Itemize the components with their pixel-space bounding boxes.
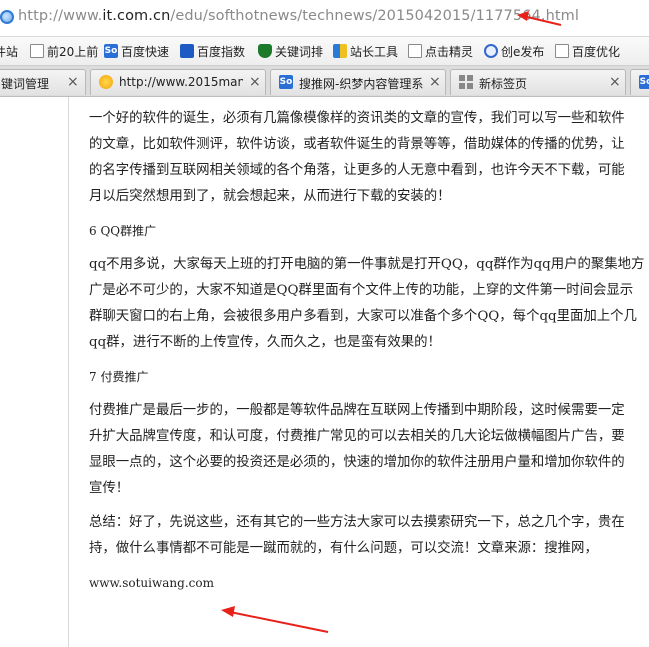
bookmark-item[interactable]: 百度优化 <box>555 42 620 60</box>
paragraph-line: 升扩大品牌宣传度，和认可度，付费推广常见的可以去相关的几大论坛做横幅图片广告，要 <box>89 429 625 444</box>
bookmark-item[interactable]: 点击精灵 <box>408 42 473 60</box>
annotation-arrow-bottom <box>221 606 329 633</box>
paragraph-line: 的名字传播到互联网相关领域的各个角落，让更多的人无意中看到，也许今天不下载，可能 <box>89 163 625 178</box>
close-icon[interactable]: × <box>249 74 261 90</box>
tab-label: 键词管理 <box>1 77 50 91</box>
url-text[interactable]: http://www.it.com.cn/edu/softhotnews/tec… <box>18 8 579 24</box>
section-heading: 6 QQ群推广 <box>89 224 157 238</box>
bookmarks-bar: 件站 前20上前 So 百度快速 百度指数 关键词排 站长工具 点击精灵 创e发… <box>0 37 649 66</box>
paragraph-line: 总结：好了，先说这些，还有其它的一些方法大家可以去摸索研究一下，总之几个字，贵在 <box>89 515 625 530</box>
bookmark-item[interactable]: So 百度快速 <box>104 42 169 60</box>
page-icon <box>30 44 44 58</box>
bookmark-item[interactable]: 站长工具 <box>333 42 398 60</box>
bookmark-label: 关键词排 <box>275 44 324 59</box>
tab-label: 搜推网-织梦内容管理系 <box>299 77 423 91</box>
tab[interactable]: 键词管理 × <box>0 69 86 95</box>
bookmark-label: 百度优化 <box>572 44 621 59</box>
url-host: it.com.cn <box>102 8 171 24</box>
paragraph-line: qq群，进行不断的上传宣传，久而久之，也是蛮有效果的！ <box>89 335 441 350</box>
section-heading: 7 付费推广 <box>89 370 149 384</box>
bookmark-item[interactable]: 百度指数 <box>180 42 245 60</box>
tab-strip: 键词管理 × http://www.2015man.c × So 搜推网-织梦内… <box>0 66 649 97</box>
sun-icon <box>99 75 113 89</box>
article-body: 一个好的软件的诞生，必须有几篇像模像样的资讯类的文章的宣传，我们可以写一些和软件… <box>89 106 649 596</box>
shield-icon <box>258 44 272 58</box>
tab-label: http://www.2015man.c <box>119 75 243 89</box>
paragraph-line: 显眼一点的，这个必要的投资还是必须的，快速的增加你的软件注册用户量和增加你软件的 <box>89 455 625 470</box>
close-icon[interactable]: × <box>429 74 441 90</box>
so-icon: So <box>104 44 118 58</box>
bookmark-item[interactable]: 件站 <box>0 42 18 60</box>
annotation-arrow-top <box>517 11 562 26</box>
bookmark-label: 百度指数 <box>197 44 246 59</box>
close-icon[interactable]: × <box>609 74 621 90</box>
page-icon <box>408 44 422 58</box>
tab[interactable]: So 搜推网-织梦内容管理系 × <box>270 69 446 95</box>
page-content: 一个好的软件的诞生，必须有几篇像模像样的资讯类的文章的宣传，我们可以写一些和软件… <box>0 97 649 647</box>
bookmark-item[interactable]: 创e发布 <box>484 42 544 60</box>
paragraph-line: 一个好的软件的诞生，必须有几篇像模像样的资讯类的文章的宣传，我们可以写一些和软件 <box>89 111 625 126</box>
bookmark-label: 创e发布 <box>501 44 545 59</box>
bookmark-label: 百度快速 <box>121 44 170 59</box>
paragraph-line: qq不用多说，大家每天上班的打开电脑的第一件事就是打开QQ，qq群作为qq用户的… <box>89 257 645 272</box>
baidu-paw-icon <box>180 44 194 58</box>
bookmark-label: 站长工具 <box>350 44 399 59</box>
bookmark-label: 点击精灵 <box>425 44 474 59</box>
close-icon[interactable]: × <box>67 74 79 90</box>
page-icon <box>555 44 569 58</box>
e-icon <box>484 44 498 58</box>
flag-icon <box>333 44 347 58</box>
url-prefix: http://www. <box>18 8 103 24</box>
grid-icon <box>459 75 473 89</box>
paragraph-line: 付费推广是最后一步的，一般都是等软件品牌在互联网上传播到中期阶段，这时候需要一定 <box>89 403 625 418</box>
paragraph-line: 月以后突然想用到了，就会想起来，从而进行下载的安装的！ <box>89 189 451 204</box>
divider <box>68 97 69 647</box>
tab[interactable]: http://www.2015man.c × <box>90 69 266 95</box>
bookmark-item[interactable]: 前20上前 <box>30 42 98 60</box>
so-icon: So <box>279 75 293 89</box>
bookmark-label: 件站 <box>0 44 19 59</box>
tab[interactable]: 新标签页 × <box>450 69 626 95</box>
tab-label: 新标签页 <box>479 77 528 91</box>
source-url[interactable]: www.sotuiwang.com <box>89 570 649 596</box>
paragraph-line: 群聊天窗口的右上角，会被很多用户多看到，大家可以准备个多个QQ，每个qq里面加上… <box>89 309 637 324</box>
paragraph-line: 广是必不可少的，大家不知道是QQ群里面有个文件上传的功能，上穿的文件第一时间会显… <box>89 283 634 298</box>
paragraph-line: 宣传！ <box>89 481 130 496</box>
tab[interactable]: So <box>630 69 649 95</box>
bookmark-label: 前20上前 <box>47 44 99 59</box>
so-icon: So <box>639 75 649 89</box>
globe-icon <box>0 10 14 24</box>
bookmark-item[interactable]: 关键词排 <box>258 42 323 60</box>
paragraph-line: 的文章，比如软件测评，软件访谈，或者软件诞生的背景等等，借助媒体的传播的优势，让 <box>89 137 625 152</box>
paragraph-line: 持，做什么事情都不可能是一蹴而就的，有什么问题，可以交流！文章来源：搜推网， <box>89 541 598 556</box>
